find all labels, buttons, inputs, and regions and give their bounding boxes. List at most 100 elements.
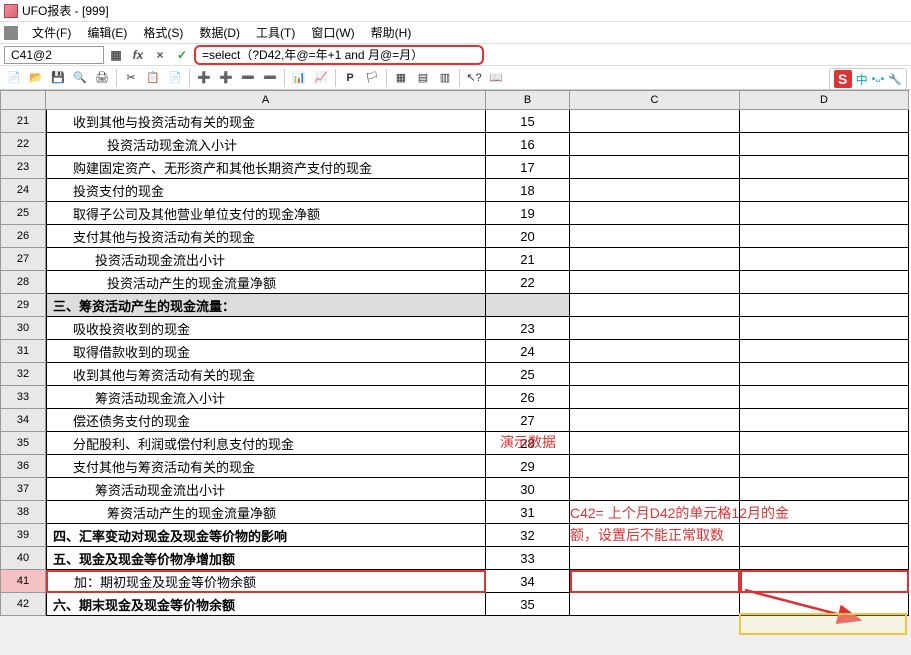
- ime-settings-icon[interactable]: 🔧: [888, 73, 902, 86]
- cell-b[interactable]: 23: [486, 317, 570, 340]
- cell-c[interactable]: [570, 478, 740, 501]
- menu-help[interactable]: 帮助(H): [363, 22, 420, 43]
- cell-a[interactable]: 支付其他与投资活动有关的现金: [46, 225, 486, 248]
- cell-c[interactable]: [570, 271, 740, 294]
- open-icon[interactable]: 📂: [26, 68, 46, 88]
- preview-icon[interactable]: 🔍: [70, 68, 90, 88]
- cell-d[interactable]: [740, 133, 909, 156]
- corner-cell[interactable]: [0, 90, 46, 110]
- print-icon[interactable]: 🖨: [92, 68, 112, 88]
- row-header[interactable]: 34: [0, 409, 46, 432]
- insert-row-icon[interactable]: ➕: [194, 68, 214, 88]
- row-header[interactable]: 35: [0, 432, 46, 455]
- ime-logo-icon[interactable]: S: [834, 70, 852, 88]
- delete-row-icon[interactable]: ➖: [238, 68, 258, 88]
- cell-a[interactable]: 筹资活动产生的现金流量净额: [46, 501, 486, 524]
- ime-lang[interactable]: 中: [856, 71, 868, 88]
- cell-a[interactable]: 支付其他与筹资活动有关的现金: [46, 455, 486, 478]
- col-header-d[interactable]: D: [740, 90, 909, 110]
- chart2-icon[interactable]: 📈: [311, 68, 331, 88]
- menu-file[interactable]: 文件(F): [24, 22, 79, 43]
- cell-b[interactable]: 22: [486, 271, 570, 294]
- save-icon[interactable]: 💾: [48, 68, 68, 88]
- row-header[interactable]: 31: [0, 340, 46, 363]
- cell-a[interactable]: 收到其他与筹资活动有关的现金: [46, 363, 486, 386]
- cell-b[interactable]: 32: [486, 524, 570, 547]
- cell-d[interactable]: [740, 478, 909, 501]
- cell-c[interactable]: [570, 248, 740, 271]
- cell-b[interactable]: 30: [486, 478, 570, 501]
- ime-emoji-icon[interactable]: •ᴗ•: [872, 74, 885, 85]
- cell-c[interactable]: [570, 409, 740, 432]
- row-header[interactable]: 38: [0, 501, 46, 524]
- cell-c[interactable]: [570, 524, 740, 547]
- cell-c[interactable]: [570, 593, 740, 616]
- cell-d[interactable]: [740, 271, 909, 294]
- copy-icon[interactable]: 📋: [143, 68, 163, 88]
- cell-reference-box[interactable]: C41@2: [4, 46, 104, 64]
- cell-d[interactable]: [740, 409, 909, 432]
- menu-tools[interactable]: 工具(T): [248, 22, 303, 43]
- row-header[interactable]: 36: [0, 455, 46, 478]
- menu-data[interactable]: 数据(D): [191, 22, 248, 43]
- row-header[interactable]: 39: [0, 524, 46, 547]
- cell-b[interactable]: 20: [486, 225, 570, 248]
- cell-d[interactable]: [740, 340, 909, 363]
- cell-b[interactable]: 28: [486, 432, 570, 455]
- delete-col-icon[interactable]: ➖: [260, 68, 280, 88]
- cell-b[interactable]: 26: [486, 386, 570, 409]
- cell-d[interactable]: [740, 432, 909, 455]
- cancel-formula-button[interactable]: ×: [152, 47, 168, 63]
- cell-c[interactable]: [570, 570, 740, 593]
- cell-a[interactable]: 投资活动产生的现金流量净额: [46, 271, 486, 294]
- row-header[interactable]: 29: [0, 294, 46, 317]
- sort-icon[interactable]: ▤: [413, 68, 433, 88]
- chart-icon[interactable]: 📊: [289, 68, 309, 88]
- cell-d[interactable]: [740, 225, 909, 248]
- cell-a[interactable]: 加：期初现金及现金等价物余额: [46, 570, 486, 593]
- cell-a[interactable]: 三、筹资活动产生的现金流量：: [46, 294, 486, 317]
- cell-c[interactable]: [570, 110, 740, 133]
- cell-b[interactable]: 24: [486, 340, 570, 363]
- cell-c[interactable]: [570, 156, 740, 179]
- cell-b[interactable]: 29: [486, 455, 570, 478]
- cell-a[interactable]: 投资活动现金流出小计: [46, 248, 486, 271]
- row-header[interactable]: 23: [0, 156, 46, 179]
- row-header[interactable]: 40: [0, 547, 46, 570]
- cell-d[interactable]: [740, 156, 909, 179]
- cell-a[interactable]: 五、现金及现金等价物净增加额: [46, 547, 486, 570]
- cell-c[interactable]: [570, 179, 740, 202]
- pointer-icon[interactable]: ↖?: [464, 68, 484, 88]
- row-header[interactable]: 22: [0, 133, 46, 156]
- cell-d[interactable]: [740, 524, 909, 547]
- book-icon[interactable]: 📖: [486, 68, 506, 88]
- cell-d[interactable]: [740, 317, 909, 340]
- cell-b[interactable]: 27: [486, 409, 570, 432]
- cell-d[interactable]: [740, 547, 909, 570]
- menu-edit[interactable]: 编辑(E): [79, 22, 135, 43]
- cell-a[interactable]: 筹资活动现金流入小计: [46, 386, 486, 409]
- cell-d[interactable]: [740, 179, 909, 202]
- cell-b[interactable]: 33: [486, 547, 570, 570]
- col-header-c[interactable]: C: [570, 90, 740, 110]
- cell-a[interactable]: 投资活动现金流入小计: [46, 133, 486, 156]
- row-header[interactable]: 25: [0, 202, 46, 225]
- cell-b[interactable]: 31: [486, 501, 570, 524]
- col-header-a[interactable]: A: [46, 90, 486, 110]
- cell-c[interactable]: [570, 386, 740, 409]
- cell-c[interactable]: [570, 501, 740, 524]
- cell-c[interactable]: [570, 432, 740, 455]
- cell-b[interactable]: 34: [486, 570, 570, 593]
- fx-button[interactable]: fx: [130, 47, 146, 63]
- new-icon[interactable]: 📄: [4, 68, 24, 88]
- insert-col-icon[interactable]: ➕: [216, 68, 236, 88]
- cell-c[interactable]: [570, 340, 740, 363]
- grid-icon[interactable]: ▦: [108, 47, 124, 63]
- cell-c[interactable]: [570, 202, 740, 225]
- cell-a[interactable]: 筹资活动现金流出小计: [46, 478, 486, 501]
- cell-d[interactable]: [740, 202, 909, 225]
- cell-c[interactable]: [570, 294, 740, 317]
- cell-b[interactable]: 21: [486, 248, 570, 271]
- flag-icon[interactable]: 🏳: [362, 68, 382, 88]
- row-header[interactable]: 32: [0, 363, 46, 386]
